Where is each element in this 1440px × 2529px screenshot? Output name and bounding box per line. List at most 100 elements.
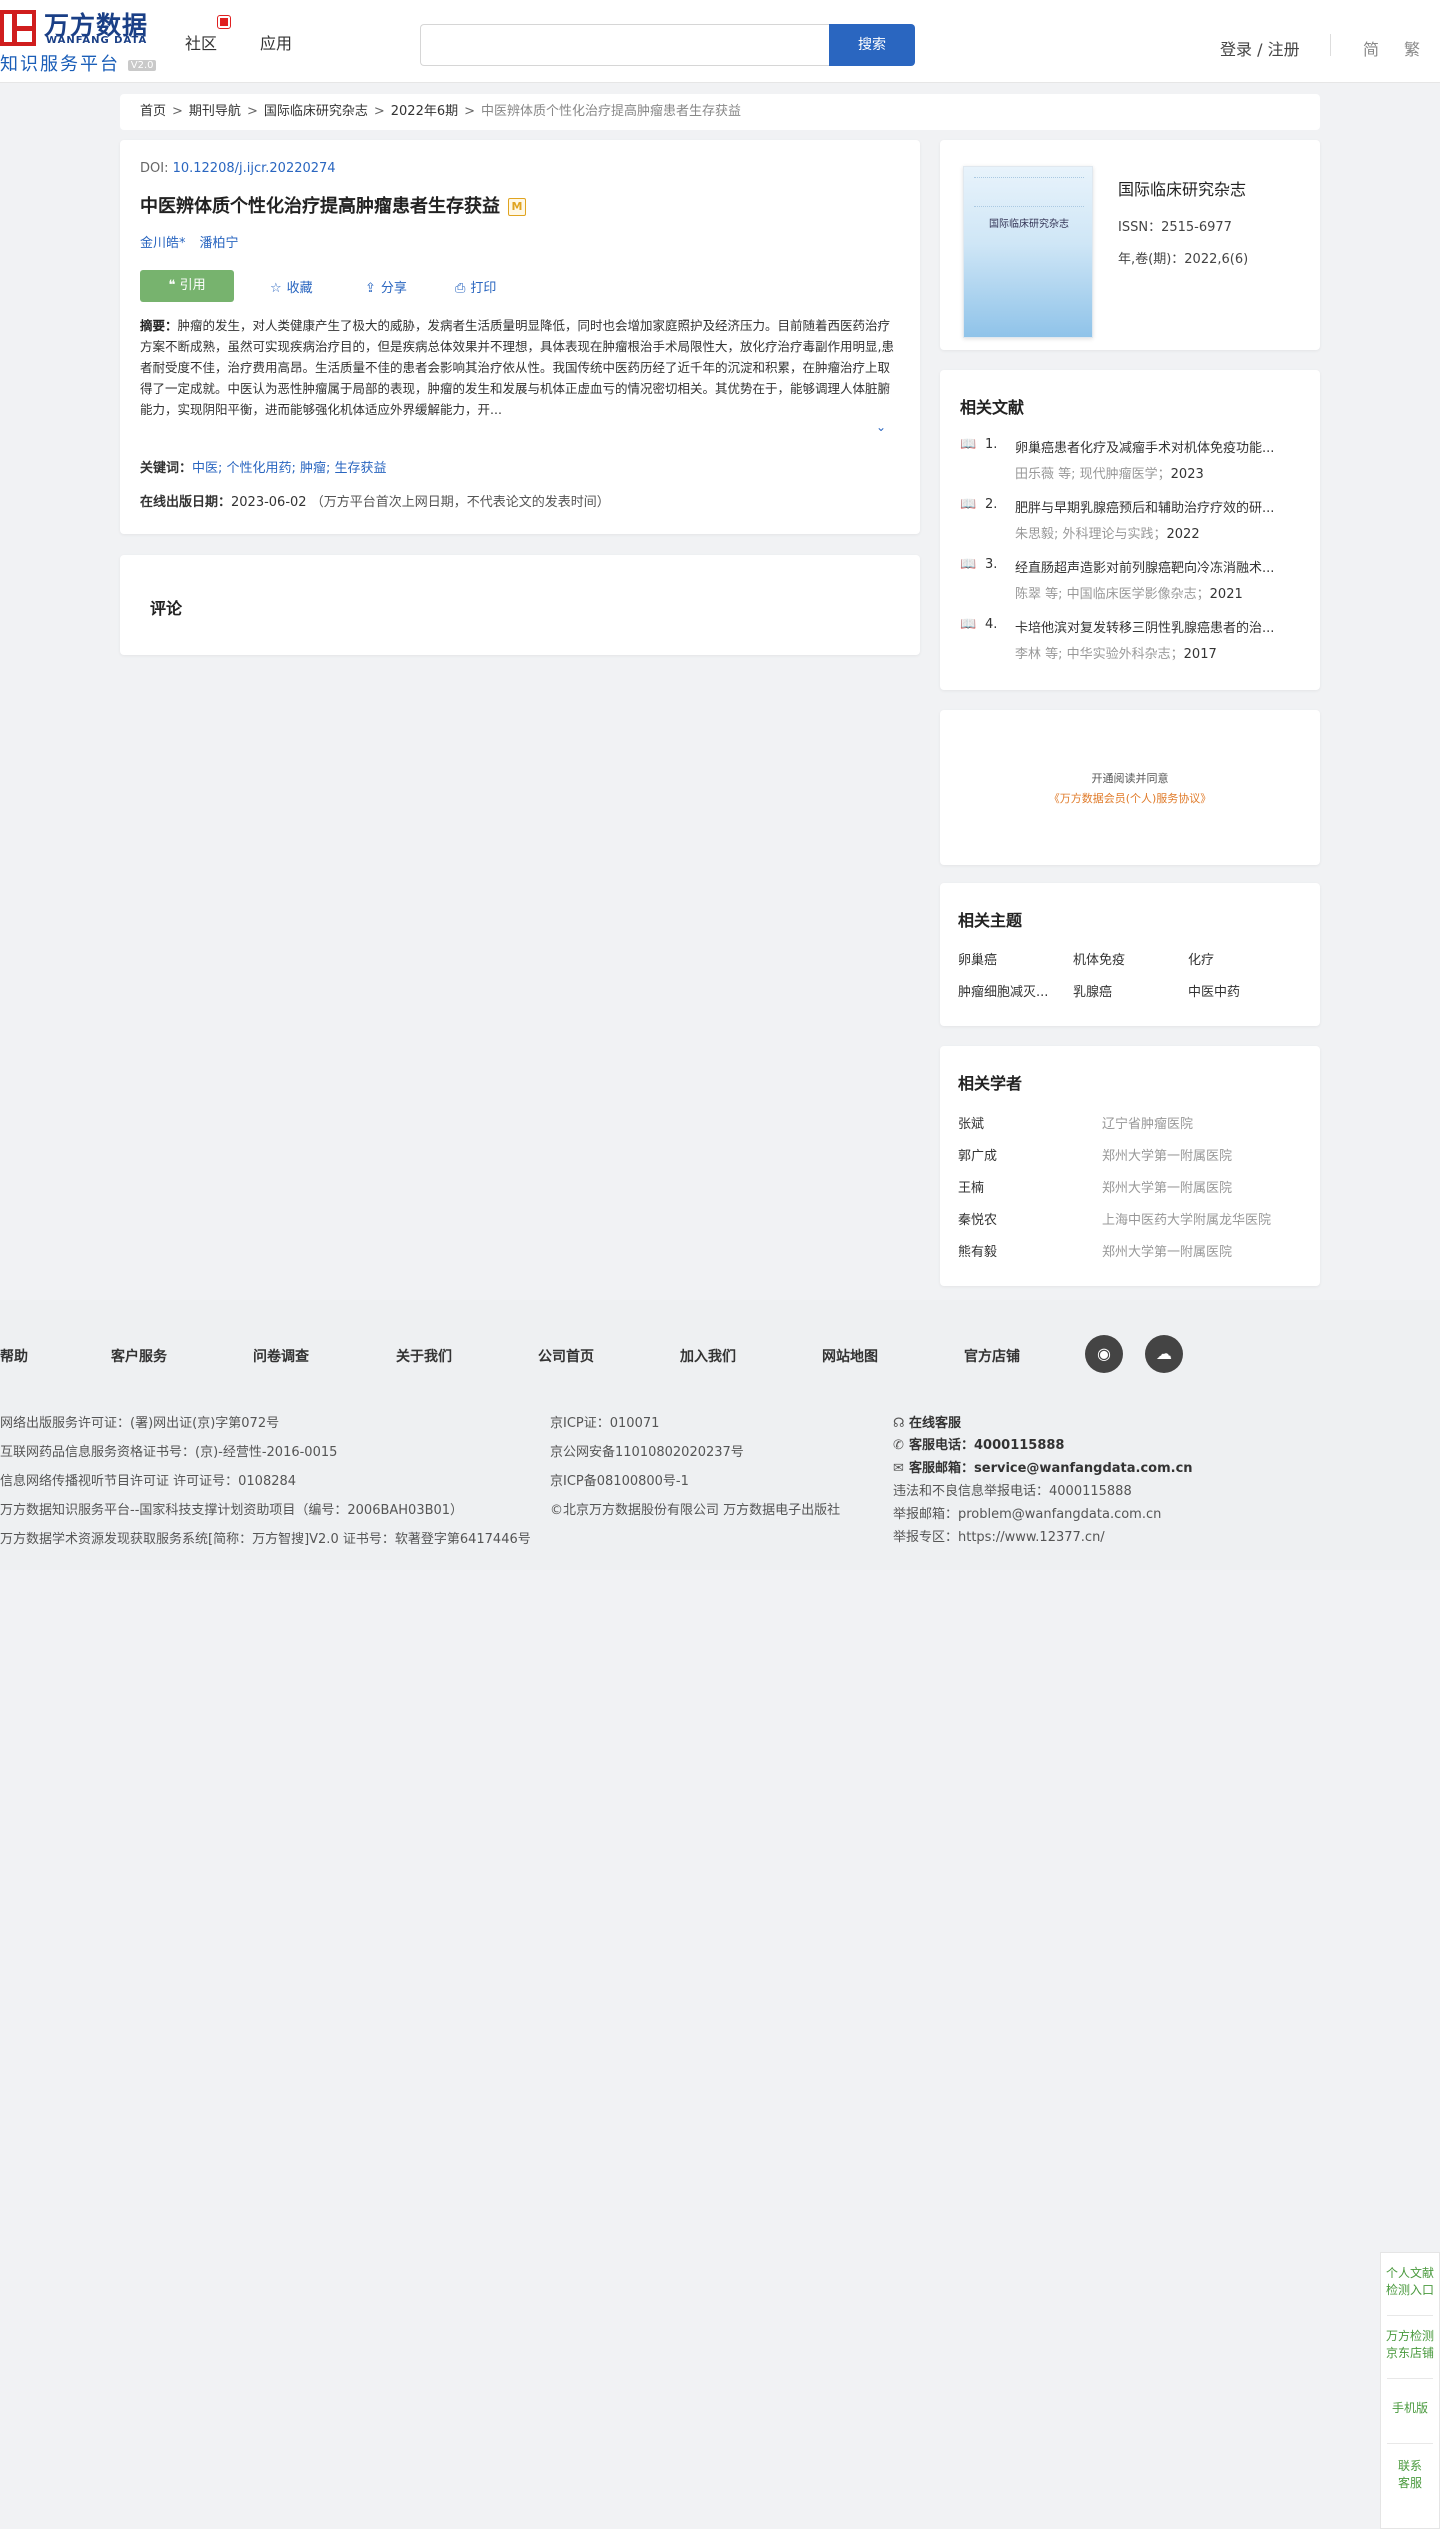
scholar-org[interactable]: 上海中医药大学附属龙华医院 <box>1102 1209 1271 1228</box>
quote-icon: ❝ <box>168 278 180 293</box>
open-read-card: 开通阅读并同意 《万方数据会员(个人)服务协议》 <box>940 710 1320 865</box>
service-email: ✉ 客服邮箱：service@wanfangdata.com.cn <box>893 1461 1193 1476</box>
list-item[interactable]: 📖 4. 卡培他滨对复发转移三阴性乳腺癌患者的治... 李林 等; 中华实验外科… <box>960 615 1305 675</box>
version-badge: V2.0 <box>127 59 157 71</box>
footer-join-us[interactable]: 加入我们 <box>680 1346 736 1366</box>
breadcrumb-home[interactable]: 首页 <box>140 104 166 119</box>
lang-simplified[interactable]: 简 <box>1363 36 1379 60</box>
keywords: 关键词：中医; 个性化用药; 肿瘤; 生存获益 <box>140 461 387 476</box>
side-float-panel: 个人文献检测入口 万方检测京东店铺 手机版 联系客服 <box>1380 2252 1440 2529</box>
list-item[interactable]: 📖 1. 卵巢癌患者化疗及减瘤手术对机体免疫功能... 田乐薇 等; 现代肿瘤医… <box>960 435 1305 495</box>
platform-name: 知识服务平台 V2.0 <box>0 50 157 76</box>
site-footer: 帮助 客户服务 问卷调查 关于我们 公司首页 加入我们 网站地图 官方店铺 ◉ … <box>0 1300 1440 1570</box>
wechat-icon[interactable]: ☁ <box>1145 1335 1183 1373</box>
mail-icon: ✉ <box>893 1461 904 1476</box>
favorite-button[interactable]: ☆ 收藏 <box>270 277 313 296</box>
author-link[interactable]: 金川皓* <box>140 236 186 251</box>
report-zone-link[interactable]: 举报专区：https://www.12377.cn/ <box>893 1526 1105 1545</box>
service-phone: ✆ 客服电话：4000115888 <box>893 1438 1065 1453</box>
jd-store-link[interactable]: 万方检测京东店铺 <box>1381 2328 1439 2362</box>
doi: DOI: 10.12208/j.ijcr.20220274 <box>140 161 336 176</box>
lang-traditional[interactable]: 繁 <box>1404 36 1420 60</box>
member-badge-icon: M <box>508 198 526 216</box>
nav-apps[interactable]: 应用 <box>260 30 292 54</box>
phone-icon: ✆ <box>893 1438 904 1453</box>
journal-name[interactable]: 国际临床研究杂志 <box>1118 176 1246 200</box>
breadcrumb-current: 中医辨体质个性化治疗提高肿瘤患者生存获益 <box>481 104 742 119</box>
cover-title: 国际临床研究杂志 <box>989 219 1069 230</box>
topic-link[interactable]: 乳腺癌 <box>1073 981 1173 1000</box>
author-list: 金川皓* 潘柏宁 <box>140 232 253 251</box>
journal-issn: ISSN：2515-6977 <box>1118 220 1232 235</box>
scholar-name[interactable]: 熊有毅 <box>958 1241 997 1260</box>
list-item[interactable]: 📖 2. 肥胖与早期乳腺癌预后和辅助治疗疗效的研... 朱思毅; 外科理论与实践… <box>960 495 1305 555</box>
scholar-name[interactable]: 秦悦农 <box>958 1209 997 1228</box>
breadcrumb-journals[interactable]: 期刊导航 <box>189 104 241 119</box>
scholars-title: 相关学者 <box>958 1074 1023 1093</box>
book-icon: 📖 <box>960 437 977 452</box>
related-topics-card: 相关主题 卵巢癌 机体免疫 化疗 肿瘤细胞减灭... 乳腺癌 中医中药 <box>940 883 1320 1026</box>
scholar-name[interactable]: 张斌 <box>958 1113 984 1132</box>
book-icon: 📖 <box>960 617 977 632</box>
topic-link[interactable]: 肿瘤细胞减灭... <box>958 981 1058 1000</box>
scholar-name[interactable]: 郭广成 <box>958 1145 997 1164</box>
online-service-link[interactable]: ☊ 在线客服 <box>893 1412 961 1431</box>
article-title: 中医辨体质个性化治疗提高肿瘤患者生存获益 M <box>140 192 526 218</box>
article-card: DOI: 10.12208/j.ijcr.20220274 中医辨体质个性化治疗… <box>120 140 920 534</box>
topic-link[interactable]: 机体免疫 <box>1073 949 1173 968</box>
logo-english: WANFANG DATA <box>46 35 148 46</box>
book-icon: 📖 <box>960 557 977 572</box>
search-input[interactable] <box>420 24 830 66</box>
headset-icon: ☊ <box>893 1416 905 1431</box>
abstract: 摘要：肿瘤的发生，对人类健康产生了极大的威胁，发病者生活质量明显降低，同时也会增… <box>140 318 894 417</box>
site-header: 万方数据 WANFANG DATA 知识服务平台 V2.0 社区 应用 搜索 登… <box>0 0 1440 83</box>
printer-icon: ⎙ <box>455 281 466 296</box>
topic-link[interactable]: 卵巢癌 <box>958 949 1058 968</box>
book-icon: 📖 <box>960 497 977 512</box>
share-button[interactable]: ⇪ 分享 <box>365 277 407 296</box>
topic-link[interactable]: 中医中药 <box>1188 981 1288 1000</box>
open-read-text: 开通阅读并同意 <box>1091 772 1169 785</box>
scholar-org[interactable]: 郑州大学第一附属医院 <box>1102 1177 1232 1196</box>
journal-cover[interactable]: 国际临床研究杂志 <box>963 166 1093 338</box>
comment-card: 评论 <box>120 555 920 655</box>
topics-title: 相关主题 <box>958 911 1023 930</box>
print-button[interactable]: ⎙ 打印 <box>455 277 496 296</box>
plagiarism-check-entry[interactable]: 个人文献检测入口 <box>1381 2265 1439 2299</box>
footer-company-home[interactable]: 公司首页 <box>538 1346 594 1366</box>
breadcrumb-journal[interactable]: 国际临床研究杂志 <box>264 104 368 119</box>
wanfang-logo[interactable]: 万方数据 WANFANG DATA 知识服务平台 V2.0 <box>0 6 160 75</box>
related-literature-card: 相关文献 📖 1. 卵巢癌患者化疗及减瘤手术对机体免疫功能... 田乐薇 等; … <box>940 370 1320 690</box>
share-icon: ⇪ <box>365 281 376 296</box>
publish-date: 在线出版日期：2023-06-02 （万方平台首次上网日期，不代表论文的发表时间… <box>140 495 610 510</box>
expand-abstract-icon[interactable]: ⌄ <box>876 420 886 434</box>
cite-button[interactable]: ❝ 引用 <box>140 270 234 302</box>
footer-survey[interactable]: 问卷调查 <box>253 1346 309 1366</box>
related-title: 相关文献 <box>960 398 1025 417</box>
doi-link[interactable]: 10.12208/j.ijcr.20220274 <box>173 161 336 176</box>
breadcrumb-issue[interactable]: 2022年6期 <box>391 104 458 119</box>
login-register-link[interactable]: 登录 / 注册 <box>1220 36 1300 60</box>
scholar-name[interactable]: 王楠 <box>958 1177 984 1196</box>
mobile-version-link[interactable]: 手机版 <box>1381 2400 1439 2417</box>
author-link[interactable]: 潘柏宁 <box>200 236 239 251</box>
keyword-links[interactable]: 中医; 个性化用药; 肿瘤; 生存获益 <box>192 461 387 476</box>
footer-sitemap[interactable]: 网站地图 <box>822 1346 878 1366</box>
contact-service-link[interactable]: 联系客服 <box>1381 2458 1439 2492</box>
scholar-org[interactable]: 郑州大学第一附属医院 <box>1102 1145 1232 1164</box>
scholar-org[interactable]: 辽宁省肿瘤医院 <box>1102 1113 1193 1132</box>
scholar-org[interactable]: 郑州大学第一附属医院 <box>1102 1241 1232 1260</box>
footer-about[interactable]: 关于我们 <box>396 1346 452 1366</box>
footer-official-store[interactable]: 官方店铺 <box>964 1346 1020 1366</box>
weibo-icon[interactable]: ◉ <box>1085 1335 1123 1373</box>
footer-help[interactable]: 帮助 <box>0 1346 28 1366</box>
list-item[interactable]: 📖 3. 经直肠超声造影对前列腺癌靶向冷冻消融术... 陈翠 等; 中国临床医学… <box>960 555 1305 615</box>
nav-community[interactable]: 社区 <box>185 30 217 54</box>
search-button[interactable]: 搜索 <box>829 24 915 66</box>
star-icon: ☆ <box>270 281 282 296</box>
topic-link[interactable]: 化疗 <box>1188 949 1288 968</box>
related-scholars-card: 相关学者 张斌 辽宁省肿瘤医院 郭广成 郑州大学第一附属医院 王楠 郑州大学第一… <box>940 1046 1320 1286</box>
service-agreement-link[interactable]: 《万方数据会员(个人)服务协议》 <box>940 790 1320 806</box>
breadcrumb: 首页 > 期刊导航 > 国际临床研究杂志 >2022年6期 > 中医辨体质个性化治疗提高肿瘤患… <box>120 94 1320 130</box>
footer-customer-service[interactable]: 客户服务 <box>111 1346 167 1366</box>
